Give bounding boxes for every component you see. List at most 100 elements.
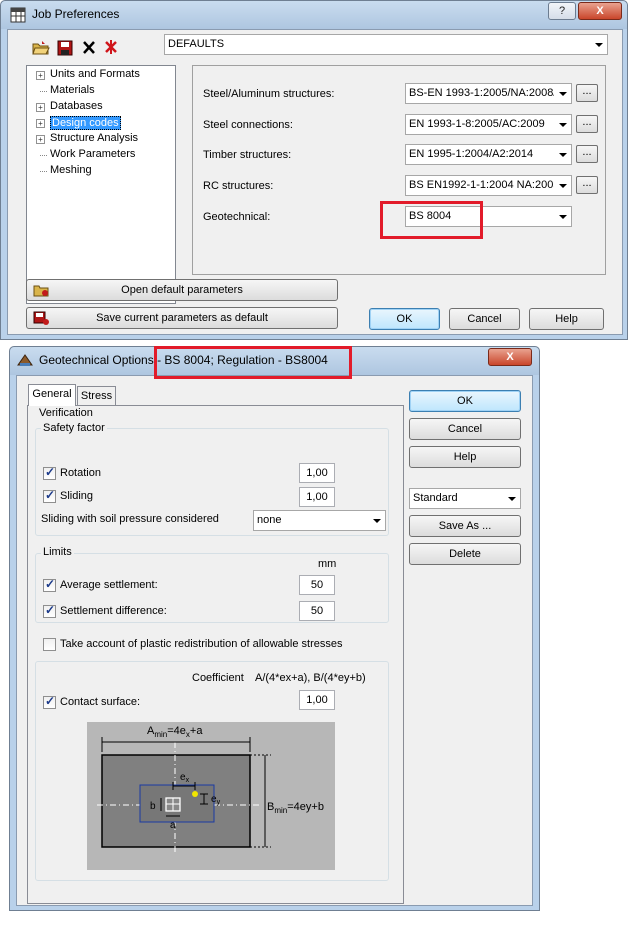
- tree-item-materials[interactable]: Materials: [50, 84, 95, 96]
- amin-rest: =4e: [167, 725, 186, 737]
- tab-stress[interactable]: Stress: [77, 386, 116, 406]
- code-browse-button-2[interactable]: ...: [576, 145, 598, 163]
- a-label: a: [170, 820, 176, 831]
- sliding-checkbox[interactable]: [43, 488, 56, 503]
- average-settlement-checkbox[interactable]: [43, 577, 56, 592]
- close-caption-button[interactable]: X: [488, 348, 532, 366]
- soil-pressure-label: Sliding with soil pressure considered: [41, 513, 219, 525]
- preferences-tree[interactable]: + Units and Formats Materials + Databases + De…: [26, 65, 176, 304]
- ey-sub: y: [217, 799, 221, 806]
- safety-factor-heading: Safety factor: [41, 422, 107, 434]
- ex-sub: x: [186, 777, 190, 784]
- chevron-down-icon: [559, 92, 567, 96]
- code-dropdown-0[interactable]: BS-EN 1993-1:2005/NA:2008/: [405, 83, 572, 104]
- job-preferences-window: Job Preferences ? X DEFAULTS + Units and…: [0, 0, 628, 340]
- limits-heading: Limits: [41, 546, 74, 558]
- save-disk-small-icon: [33, 311, 49, 325]
- tree-item-work-parameters[interactable]: Work Parameters: [50, 148, 135, 160]
- open-default-parameters-button[interactable]: Open default parameters: [26, 279, 338, 301]
- code-label-3: RC structures:: [203, 180, 274, 192]
- tree-connector-line: [40, 171, 47, 172]
- delete-button[interactable]: Delete: [409, 543, 521, 565]
- contact-surface-label: Contact surface:: [60, 696, 141, 708]
- code-label-0: Steel/Aluminum structures:: [203, 88, 335, 100]
- profile-dropdown[interactable]: DEFAULTS: [164, 34, 608, 55]
- tab-general[interactable]: General: [28, 384, 76, 406]
- settlement-difference-label: Settlement difference:: [60, 605, 167, 617]
- profile-value: DEFAULTS: [168, 38, 225, 50]
- coefficient-label: Coefficient: [192, 672, 244, 684]
- code-value-2: EN 1995-1:2004/A2:2014: [409, 148, 534, 160]
- preset-value: Standard: [413, 492, 458, 504]
- amin-tail: +a: [190, 725, 203, 737]
- code-label-1: Steel connections:: [203, 119, 293, 131]
- chevron-down-icon: [373, 519, 381, 523]
- rotation-input[interactable]: 1,00: [299, 463, 335, 483]
- tree-item-design-codes[interactable]: Design codes: [50, 116, 121, 130]
- tree-expand-icon[interactable]: +: [36, 135, 45, 144]
- job-preferences-client: DEFAULTS + Units and Formats Materials + Dat…: [7, 29, 623, 335]
- rotation-label: Rotation: [60, 467, 101, 479]
- save-disk-icon[interactable]: [57, 40, 73, 56]
- chevron-down-icon: [508, 497, 516, 501]
- delete-red-star-icon[interactable]: [103, 39, 119, 55]
- ok-button[interactable]: OK: [409, 390, 521, 412]
- code-dropdown-3[interactable]: BS EN1992-1-1:2004 NA:2005: [405, 175, 572, 196]
- centroid-point: [192, 791, 198, 797]
- foundation-diagram: Amin=4ex+a Bmin=4ey+b ex ey a b: [87, 722, 335, 870]
- open-default-parameters-label: Open default parameters: [121, 284, 243, 296]
- save-default-parameters-button[interactable]: Save current parameters as default: [26, 307, 338, 329]
- tree-item-meshing[interactable]: Meshing: [50, 164, 92, 176]
- help-caption-button[interactable]: ?: [548, 2, 576, 20]
- save-default-parameters-label: Save current parameters as default: [96, 312, 268, 324]
- contact-surface-checkbox[interactable]: [43, 694, 56, 709]
- close-caption-button[interactable]: X: [578, 2, 622, 20]
- code-browse-button-3[interactable]: ...: [576, 176, 598, 194]
- chevron-down-icon: [559, 215, 567, 219]
- delete-x-icon[interactable]: [82, 40, 96, 55]
- preset-dropdown[interactable]: Standard: [409, 488, 521, 509]
- soil-pressure-dropdown[interactable]: none: [253, 510, 386, 531]
- geotechnical-client: General Stress Verification Safety facto…: [16, 375, 533, 906]
- open-folder-icon[interactable]: [32, 40, 50, 56]
- b-label: b: [150, 801, 156, 812]
- help-button[interactable]: Help: [409, 446, 521, 468]
- cancel-button[interactable]: Cancel: [449, 308, 520, 330]
- window-title: Job Preferences: [32, 7, 120, 21]
- average-settlement-input[interactable]: 50: [299, 575, 335, 595]
- settlement-difference-input[interactable]: 50: [299, 601, 335, 621]
- settlement-difference-checkbox[interactable]: [43, 603, 56, 618]
- tree-item-structure-analysis[interactable]: Structure Analysis: [50, 132, 138, 144]
- title-regulation-highlight: [154, 346, 352, 379]
- chevron-down-icon: [595, 43, 603, 47]
- ok-button[interactable]: OK: [369, 308, 440, 330]
- help-button[interactable]: Help: [529, 308, 604, 330]
- cancel-button[interactable]: Cancel: [409, 418, 521, 440]
- mm-unit-label: mm: [318, 558, 337, 570]
- tree-item-databases[interactable]: Databases: [50, 100, 103, 112]
- code-browse-button-1[interactable]: ...: [576, 115, 598, 133]
- code-label-2: Timber structures:: [203, 149, 292, 161]
- geotechnical-code-highlight: [380, 201, 483, 239]
- chevron-down-icon: [559, 153, 567, 157]
- save-as-button[interactable]: Save As ...: [409, 515, 521, 537]
- code-dropdown-2[interactable]: EN 1995-1:2004/A2:2014: [405, 144, 572, 165]
- code-browse-button-0[interactable]: ...: [576, 84, 598, 102]
- open-folder-small-icon: [33, 285, 49, 297]
- tree-expand-icon[interactable]: +: [36, 71, 45, 80]
- tree-expand-icon[interactable]: +: [36, 119, 45, 128]
- plastic-redistribution-checkbox[interactable]: [43, 638, 56, 651]
- title-part1: Geotechnical Options -: [39, 353, 165, 367]
- job-preferences-titlebar[interactable]: Job Preferences ? X: [1, 1, 627, 29]
- code-label-4: Geotechnical:: [203, 211, 271, 223]
- tree-item-units-and-formats[interactable]: Units and Formats: [50, 68, 140, 80]
- rotation-checkbox[interactable]: [43, 465, 56, 480]
- tree-expand-icon[interactable]: +: [36, 103, 45, 112]
- chevron-down-icon: [559, 184, 567, 188]
- amin-label: Amin=4ex+a: [147, 725, 203, 739]
- tree-connector-line: [40, 91, 47, 92]
- bmin-rest: =4ey+b: [287, 801, 324, 813]
- sliding-input[interactable]: 1,00: [299, 487, 335, 507]
- contact-surface-input[interactable]: 1,00: [299, 690, 335, 710]
- code-dropdown-1[interactable]: EN 1993-1-8:2005/AC:2009: [405, 114, 572, 135]
